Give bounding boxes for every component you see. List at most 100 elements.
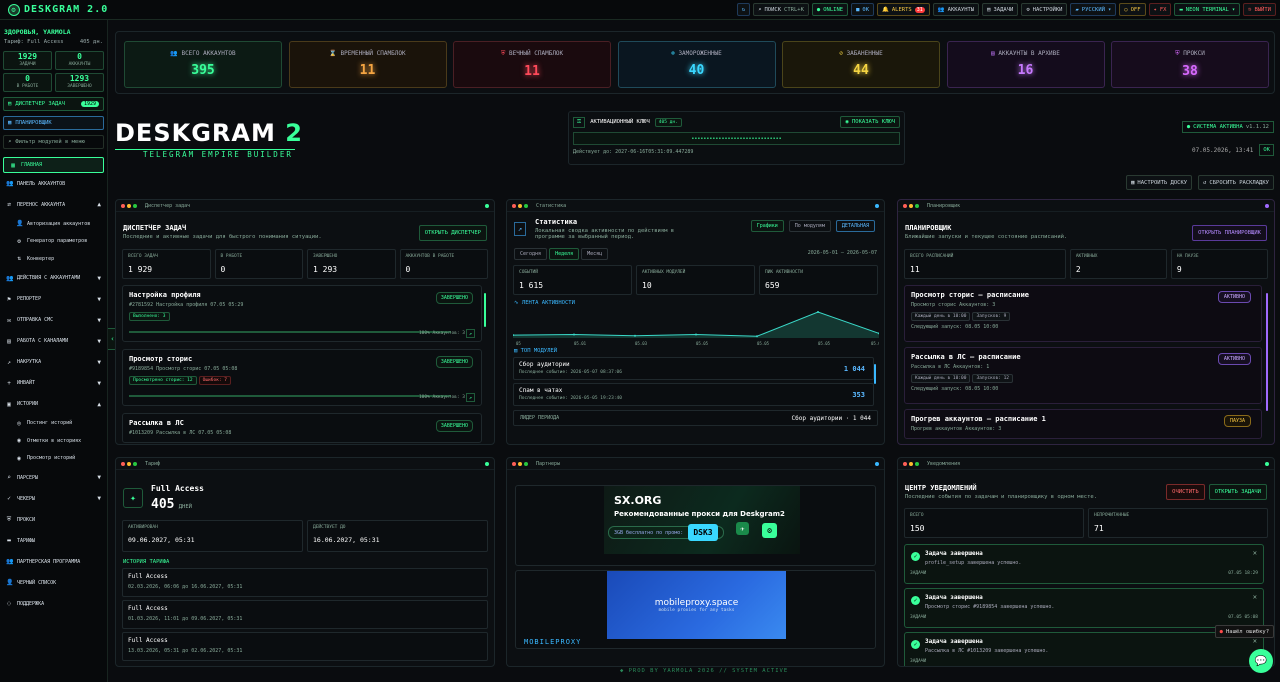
scheduler-button[interactable]: ▦ ПЛАНИРОВЩИК <box>3 116 104 130</box>
period-today[interactable]: Сегодня <box>514 248 548 260</box>
chat-button[interactable]: 💬 <box>1249 649 1273 673</box>
language-select[interactable]: ▰ РУССКИЙ ▾ <box>1070 3 1117 16</box>
gear-icon: ⚙ <box>1026 6 1030 13</box>
online-status[interactable]: ● ONLINE <box>811 3 849 16</box>
notification-title: Задача завершена <box>925 594 983 601</box>
sidebar-item[interactable]: ◎ Постинг историй <box>0 415 107 433</box>
sidebar-item[interactable]: ✉ ОТПРАВКА СМС ▼ <box>0 310 107 331</box>
ok-indicator[interactable]: ■ 0K <box>851 3 875 16</box>
kpi-card[interactable]: ⌛ ВРЕМЕННЫЙ СПАМБЛОК 11 <box>288 41 447 88</box>
terminal-icon: ▬ <box>1179 6 1183 13</box>
kpi-card[interactable]: 👥 ВСЕГО АККАУНТОВ 395 <box>124 41 282 88</box>
tab-by-modules[interactable]: По модулям <box>788 220 831 232</box>
alerts-button[interactable]: 🔔 ALERTS 31 <box>877 3 930 16</box>
statistics-scrollbar[interactable] <box>874 364 876 384</box>
sidebar-item[interactable]: ◉ Просмотр историй <box>0 450 107 468</box>
sidebar-item[interactable]: ◉ Отметки в историях <box>0 432 107 450</box>
kpi-card[interactable]: ⛨ ПРОКСИ 38 <box>1111 41 1269 88</box>
brand[interactable]: ⚙ DESKGRAM 2.0 <box>0 3 108 16</box>
open-tasks-button[interactable]: ОТКРЫТЬ ЗАДАЧИ <box>1208 484 1267 500</box>
fx-toggle[interactable]: ✦ FX <box>1148 3 1172 16</box>
detailed-button[interactable]: ДЕТАЛЬНАЯ <box>835 220 875 232</box>
module-name: Сбор аудитории <box>519 361 570 368</box>
notification-card[interactable]: ✓ Задача завершена Просмотр сторис #918985… <box>904 588 1264 628</box>
sidebar-item[interactable]: ▬ ТАРИФЫ <box>0 530 107 551</box>
sidebar-item[interactable]: ↗ НАКРУТКА ▼ <box>0 352 107 373</box>
task-card[interactable]: Просмотр сторис #9189854 Просмотр сторис … <box>122 349 482 406</box>
module-row[interactable]: Спам в чатах Последнее событие: 2026-05-0… <box>513 383 874 406</box>
notification-card[interactable]: ✓ Задача завершена Рассылка в ЛС #1013209 … <box>904 632 1264 666</box>
status-badge: ПАУЗА <box>1223 415 1251 427</box>
close-icon[interactable]: ✕ <box>1253 549 1257 557</box>
open-task-icon[interactable]: ↗ <box>466 393 475 402</box>
kpi-label-text: ПРОКСИ <box>1183 50 1205 57</box>
sidebar-item[interactable]: ⚙ Генератор параметров <box>0 233 107 251</box>
sidebar-item[interactable]: ▦ ГЛАВНАЯ <box>3 157 104 173</box>
kpi-card[interactable]: ⊘ ЗАБАНЕННЫЕ 44 <box>782 41 940 88</box>
show-key-label: ПОКАЗАТЬ КЛЮЧ <box>851 119 895 125</box>
tasks-button[interactable]: ▤ ЗАДАЧИ <box>982 3 1019 16</box>
sidebar-item[interactable]: ⌕ ПАРСЕРЫ ▼ <box>0 467 107 488</box>
sidebar-item[interactable]: ▣ ИСТОРИИ ▲ <box>0 394 107 415</box>
top-bar: ⚙ DESKGRAM 2.0 ↻ ⌕ ПОИСК CTRL+K ● ONLINE ■ 0… <box>0 0 1280 20</box>
report-bug-button[interactable]: ● Нашёл ошибку? <box>1214 625 1274 638</box>
period-month[interactable]: Месяц <box>581 248 609 260</box>
partner-card-mobileproxy[interactable]: mobileproxy.space mobile proxies for any… <box>515 570 876 649</box>
reset-layout-button[interactable]: ↺ СБРОСИТЬ РАСКЛАДКУ <box>1198 175 1274 190</box>
mobileproxy-banner[interactable]: mobileproxy.space mobile proxies for any… <box>607 571 786 639</box>
sidebar-item[interactable]: 👥 ДЕЙСТВИЯ С АККАУНТАМИ ▼ <box>0 268 107 289</box>
sidebar-item[interactable]: + ИНВАЙТ ▼ <box>0 373 107 394</box>
notification-card[interactable]: ✓ Задача завершена profile_setup завершена… <box>904 544 1264 584</box>
kpi-card[interactable]: ▤ АККАУНТЫ В АРХИВЕ 16 <box>946 41 1105 88</box>
close-icon[interactable]: ✕ <box>1253 637 1257 645</box>
activity-ribbon-text: ЛЕНТА АКТИВНОСТИ <box>521 300 575 306</box>
configure-board-button[interactable]: ▦ НАСТРОИТЬ ДОСКУ <box>1126 175 1193 190</box>
schedule-card[interactable]: Просмотр сторис — расписание Просмотр сто… <box>904 285 1262 342</box>
ok-badge[interactable]: OK <box>1259 144 1274 156</box>
kpi-card[interactable]: ⛨ ВЕЧНЫЙ СПАМБЛОК 11 <box>453 41 611 88</box>
open-dispatcher-button[interactable]: ОТКРЫТЬ ДИСПЕТЧЕР <box>418 225 487 241</box>
partner-card-sx[interactable]: SX.ORG Рекомендованные прокси для Deskgr… <box>515 485 876 566</box>
schedule-card[interactable]: Прогрев аккаунтов — расписание 1 Прогрев … <box>904 409 1262 439</box>
tab-charts[interactable]: Графики <box>750 220 784 232</box>
sidebar-item[interactable]: ◌ ПОДДЕРЖКА <box>0 593 107 614</box>
sidebar-item[interactable]: 👥 ПАРТНЕРСКАЯ ПРОГРАММА <box>0 551 107 572</box>
sx-banner[interactable]: SX.ORG Рекомендованные прокси для Deskgr… <box>604 486 800 554</box>
off-toggle[interactable]: ○ OFF <box>1119 3 1146 16</box>
sidebar-item[interactable]: ⚑ РЕПОРТЕР ▼ <box>0 289 107 310</box>
status-dot-icon <box>875 203 879 208</box>
accounts-button[interactable]: 👥 АККАУНТЫ <box>932 3 980 16</box>
refresh-button[interactable]: ↻ <box>736 3 751 16</box>
module-row[interactable]: Сбор аудитории Последнее событие: 2026-05… <box>513 357 874 380</box>
period-week[interactable]: Неделя <box>549 248 580 260</box>
dispatcher-scrollbar[interactable] <box>484 293 486 327</box>
nav-icon: 👤 <box>6 579 14 586</box>
search-button[interactable]: ⌕ ПОИСК CTRL+K <box>753 3 809 16</box>
kpi-card[interactable]: ❄ ЗАМОРОЖЕННЫЕ 40 <box>617 41 776 88</box>
status-badge: АКТИВНО <box>1217 353 1251 365</box>
sidebar-item[interactable]: 👥 ПАНЕЛЬ АККАУНТОВ <box>0 173 107 194</box>
sidebar-item[interactable]: ⛨ ПРОКСИ <box>0 509 107 530</box>
activation-key: •••••••••••••••••••••••••••••• <box>573 132 900 145</box>
sidebar-item[interactable]: ⇄ ПЕРЕНОС АККАУНТА ▲ <box>0 194 107 215</box>
scheduler-scrollbar[interactable] <box>1266 293 1268 411</box>
sidebar-item[interactable]: ⇅ Конвертер <box>0 250 107 268</box>
show-key-button[interactable]: ◉ ПОКАЗАТЬ КЛЮЧ <box>840 116 900 128</box>
close-icon[interactable]: ✕ <box>1253 593 1257 601</box>
logout-button[interactable]: ⎋ ВЫЙТИ <box>1243 3 1276 16</box>
sidebar-item[interactable]: ▤ РАБОТА С КАНАЛАМИ ▼ <box>0 331 107 352</box>
module-filter-input[interactable]: ⌕ Фильтр модулей в меню <box>3 135 104 149</box>
open-scheduler-button[interactable]: ОТКРЫТЬ ПЛАНИРОВЩИК <box>1192 225 1267 241</box>
open-task-icon[interactable]: ↗ <box>466 329 475 338</box>
theme-select[interactable]: ▬ NEON TERMINAL ▾ <box>1174 3 1241 16</box>
settings-button[interactable]: ⚙ НАСТРОЙКИ <box>1021 3 1068 16</box>
clear-notifications-button[interactable]: ОЧИСТИТЬ <box>1166 484 1205 500</box>
sidebar-item[interactable]: 👤 ЧЕРНЫЙ СПИСОК <box>0 572 107 593</box>
x-tick-label: 05 <box>516 341 521 346</box>
dispatcher-button[interactable]: ▤ ДИСПЕТЧЕР ЗАДАЧ 1929 <box>3 97 104 111</box>
task-card[interactable]: Настройка профиля #2781592 Настройка проф… <box>122 285 482 342</box>
sidebar-item[interactable]: 👤 Авторизация аккаунтов <box>0 215 107 233</box>
sidebar-item[interactable]: ✓ ЧЕКЕРЫ ▼ <box>0 488 107 509</box>
task-card[interactable]: Рассылка в ЛС #1013209 Рассылка в ЛС 07.0… <box>122 413 482 443</box>
schedule-card[interactable]: Рассылка в ЛС — расписание Рассылка в ЛС … <box>904 347 1262 404</box>
